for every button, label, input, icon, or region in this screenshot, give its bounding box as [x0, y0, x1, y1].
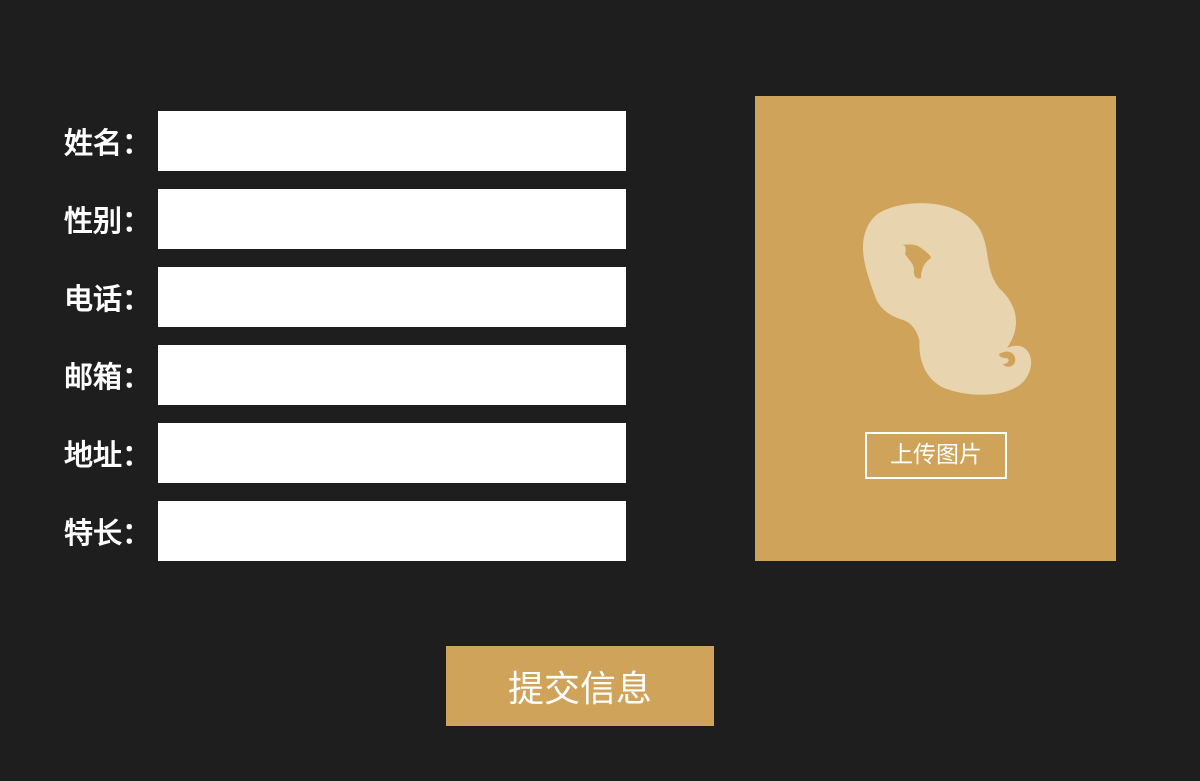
gender-label: 性别： — [64, 204, 152, 238]
email-label: 邮箱： — [64, 360, 152, 394]
page: 姓名： 性别： 电话： 邮箱： 地址： 特长： 上传图片 提交信息 — [0, 0, 1200, 781]
name-label: 姓名： — [64, 126, 152, 160]
specialty-label: 特长： — [64, 516, 152, 550]
form-row-specialty: 特长： — [64, 501, 626, 561]
form-row-email: 邮箱： — [64, 345, 626, 405]
form-row-address: 地址： — [64, 423, 626, 483]
form-row-name: 姓名： — [64, 111, 626, 171]
info-form: 姓名： 性别： 电话： 邮箱： 地址： 特长： — [64, 111, 626, 561]
gender-input[interactable] — [158, 189, 626, 249]
woman-profile-icon — [863, 203, 1032, 395]
form-row-phone: 电话： — [64, 267, 626, 327]
photo-upload-panel: 上传图片 — [755, 96, 1116, 561]
address-input[interactable] — [158, 423, 626, 483]
phone-input[interactable] — [158, 267, 626, 327]
phone-label: 电话： — [64, 282, 152, 316]
email-input[interactable] — [158, 345, 626, 405]
submit-info-button[interactable]: 提交信息 — [446, 646, 714, 726]
name-input[interactable] — [158, 111, 626, 171]
specialty-input[interactable] — [158, 501, 626, 561]
form-row-gender: 性别： — [64, 189, 626, 249]
address-label: 地址： — [64, 438, 152, 472]
upload-image-button[interactable]: 上传图片 — [865, 432, 1007, 479]
